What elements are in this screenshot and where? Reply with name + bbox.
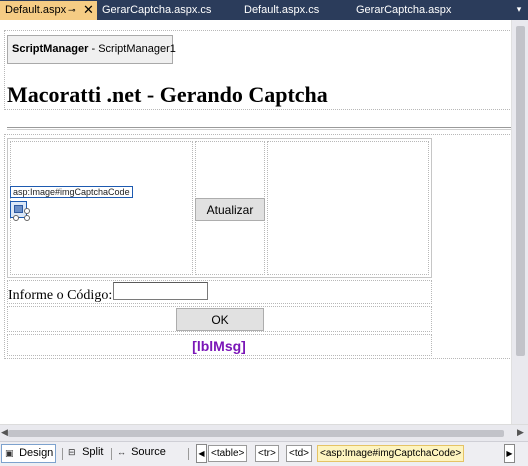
split-view-tab[interactable]: ⊟ Split [65, 444, 107, 463]
tab-overflow-icon[interactable]: ▾ [515, 3, 523, 16]
page-title: Macoratti .net - Gerando Captcha [7, 82, 328, 107]
scroll-right-icon[interactable]: ▶ [517, 427, 524, 438]
document-tab-strip: Default.aspx ⊸ ✕ GerarCaptcha.aspx.cs De… [0, 0, 528, 20]
breadcrumb-prev-button[interactable]: ◀ [196, 444, 207, 463]
source-view-icon: ↔ [117, 447, 126, 457]
image-cell [10, 141, 193, 275]
breadcrumb-td[interactable]: <td> [286, 445, 313, 462]
tab-gerarcaptcha-aspx-cs[interactable]: GerarCaptcha.aspx.cs [100, 0, 220, 20]
tab-label: GerarCaptcha.aspx.cs [102, 4, 212, 16]
script-manager-type: ScriptManager [12, 43, 89, 55]
view-tab-label: Design [19, 447, 54, 459]
view-status-bar: ▣ Design ⊟ Split ↔ Source ◀ <table> <tr>… [0, 441, 528, 466]
tab-default-aspx-cs[interactable]: Default.aspx.cs [242, 0, 332, 20]
script-manager-control[interactable]: ScriptManager - ScriptManager1 [7, 35, 176, 64]
view-tab-label: Split [82, 446, 104, 458]
refresh-button[interactable]: Atualizar [195, 198, 265, 221]
source-view-tab[interactable]: ↔ Source [114, 444, 169, 463]
close-icon[interactable]: ✕ [83, 1, 94, 19]
code-input[interactable] [113, 282, 208, 300]
design-surface[interactable]: ScriptManager - ScriptManager1 Macoratti… [0, 20, 528, 424]
pin-icon[interactable]: ⊸ [68, 1, 76, 19]
divider [188, 448, 189, 460]
vertical-scrollbar[interactable] [511, 20, 528, 424]
breadcrumb-tr[interactable]: <tr> [255, 445, 279, 462]
message-label: [lblMsg] [192, 338, 246, 354]
tab-label: Default.aspx [5, 4, 67, 16]
horizontal-scrollbar[interactable]: ◀ ▶ [0, 424, 528, 441]
scrollbar-thumb[interactable] [516, 26, 525, 356]
empty-cell [267, 141, 429, 275]
breadcrumb-next-button[interactable]: ▶ [504, 444, 515, 463]
tab-default-aspx[interactable]: Default.aspx ⊸ ✕ [0, 1, 97, 20]
scroll-left-icon[interactable]: ◀ [1, 427, 8, 438]
tab-gerarcaptcha-aspx[interactable]: GerarCaptcha.aspx [354, 0, 464, 20]
tab-label: Default.aspx.cs [244, 4, 320, 16]
breadcrumb-image[interactable]: <asp:Image#imgCaptchaCode> [317, 445, 465, 462]
split-view-icon: ⊟ [68, 447, 76, 457]
view-tab-label: Source [131, 446, 166, 458]
divider [111, 448, 112, 460]
ok-button[interactable]: OK [176, 308, 264, 331]
horizontal-rule [7, 127, 517, 130]
code-label: Informe o Código: [8, 288, 113, 303]
design-view-tab[interactable]: ▣ Design [1, 444, 56, 463]
image-smart-tag: asp:Image#imgCaptchaCode [10, 186, 133, 198]
script-manager-id: - ScriptManager1 [91, 43, 176, 55]
scrollbar-thumb[interactable] [8, 430, 504, 437]
breadcrumb-table[interactable]: <table> [208, 445, 248, 462]
divider [62, 448, 63, 460]
design-view-icon: ▣ [5, 448, 14, 458]
tab-label: GerarCaptcha.aspx [356, 4, 452, 16]
resize-handle[interactable] [24, 208, 30, 214]
resize-handle[interactable] [13, 215, 19, 221]
resize-handle[interactable] [24, 215, 30, 221]
